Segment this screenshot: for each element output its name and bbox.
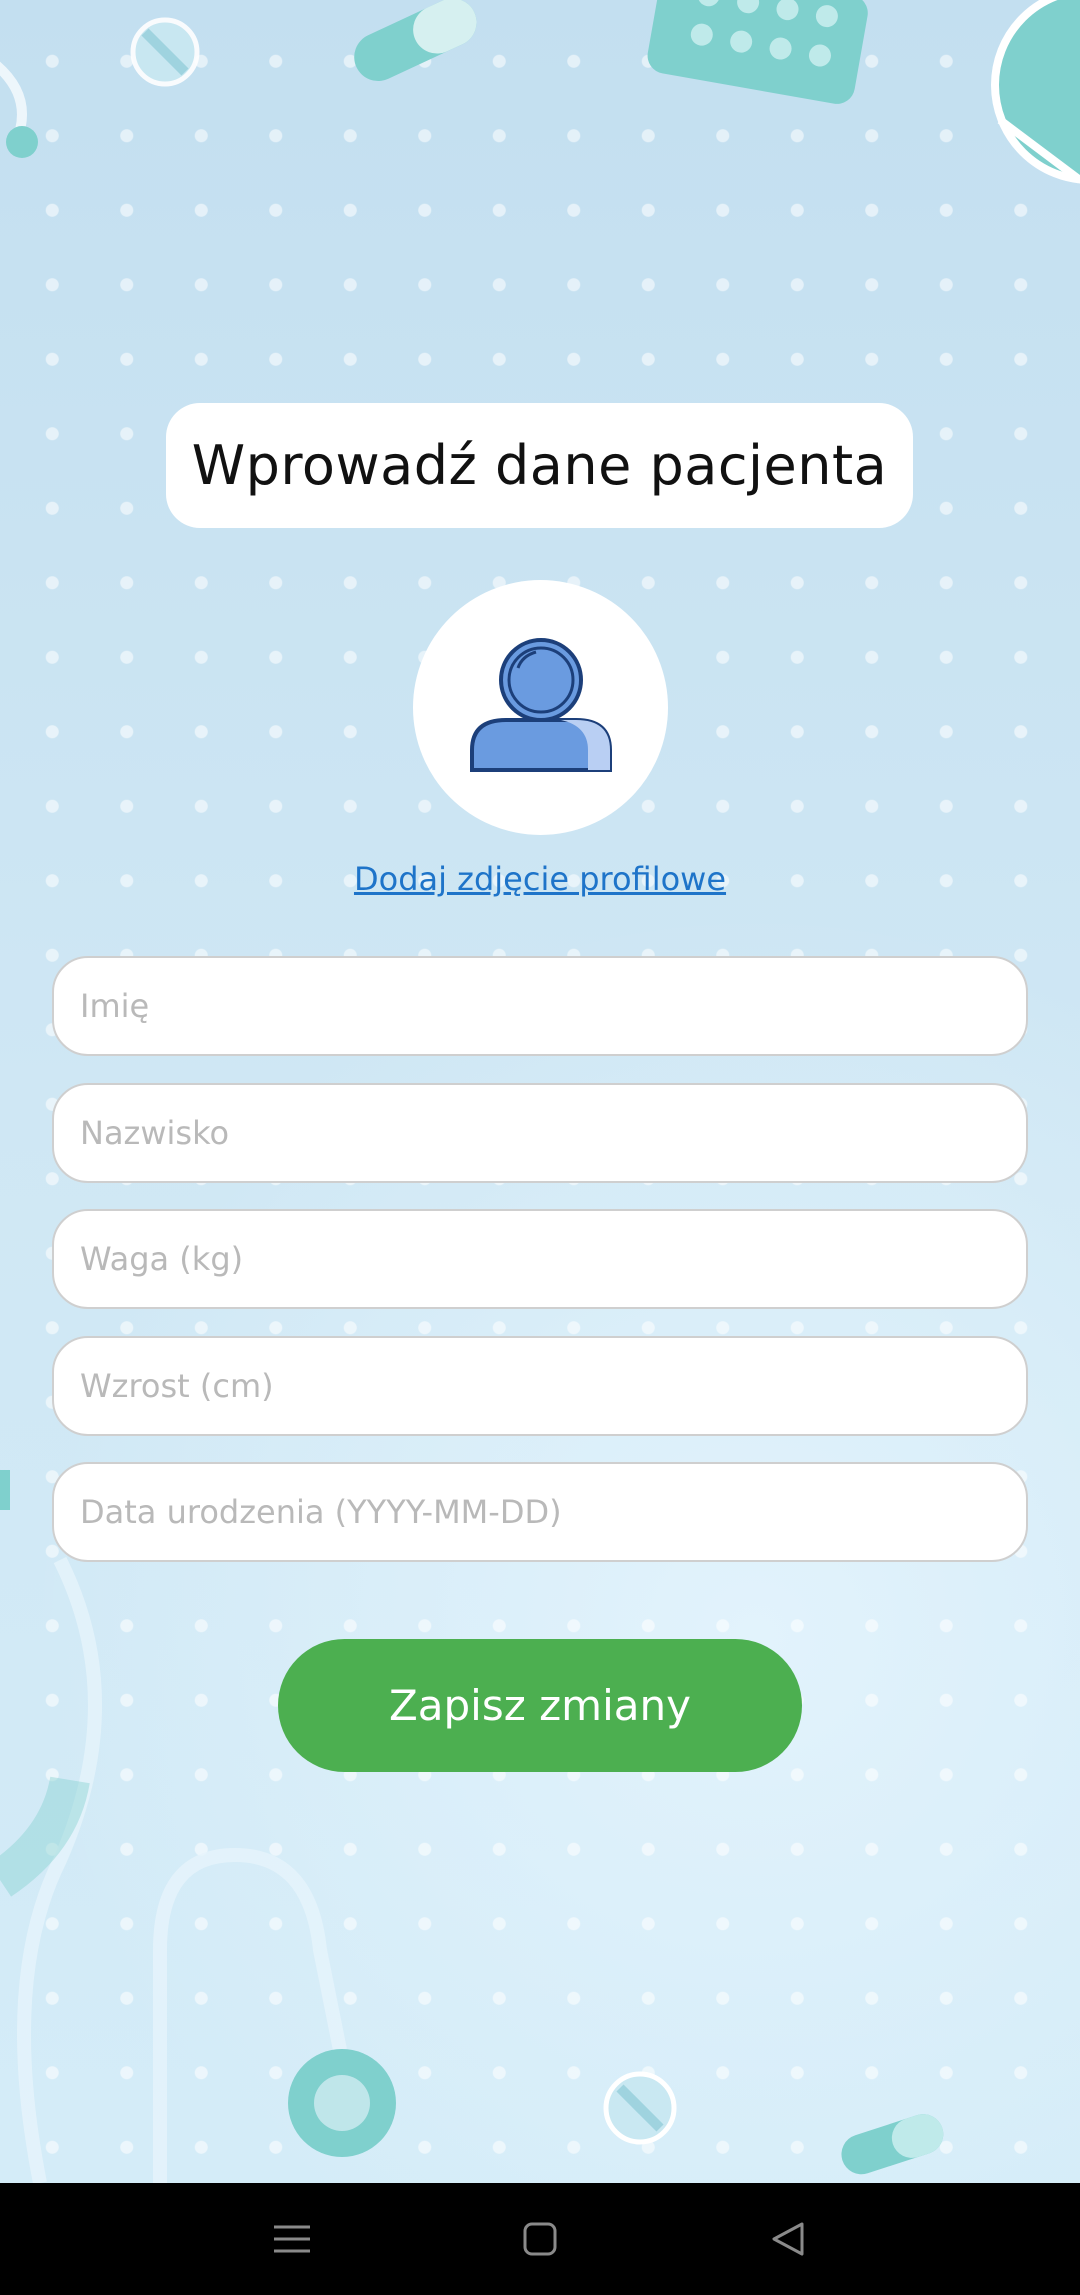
- first-name-input[interactable]: [52, 956, 1028, 1056]
- system-nav-bar: [0, 2183, 1080, 2295]
- page-title: Wprowadź dane pacjenta: [191, 434, 888, 497]
- title-card: Wprowadź dane pacjenta: [166, 403, 913, 528]
- capsule-bottom-icon: [841, 2114, 944, 2175]
- last-name-input[interactable]: [52, 1083, 1028, 1183]
- home-icon[interactable]: [508, 2207, 572, 2271]
- weight-input[interactable]: [52, 1209, 1028, 1309]
- stethoscope-tip-icon: [6, 126, 38, 158]
- blister-pack-icon: [647, 0, 868, 104]
- height-input[interactable]: [52, 1336, 1028, 1436]
- back-icon[interactable]: [756, 2207, 820, 2271]
- capsule-icon: [354, 0, 477, 82]
- avatar[interactable]: [413, 580, 668, 835]
- add-profile-photo-link[interactable]: Dodaj zdjęcie profilowe: [0, 860, 1080, 898]
- menu-icon[interactable]: [260, 2207, 324, 2271]
- user-avatar-icon: [469, 637, 612, 772]
- save-changes-button[interactable]: Zapisz zmiany: [278, 1639, 802, 1772]
- birth-date-input[interactable]: [52, 1462, 1028, 1562]
- screen: Wprowadź dane pacjenta Dodaj zdjęcie pro…: [0, 0, 1080, 2295]
- stethoscope-top-icon: [0, 61, 27, 132]
